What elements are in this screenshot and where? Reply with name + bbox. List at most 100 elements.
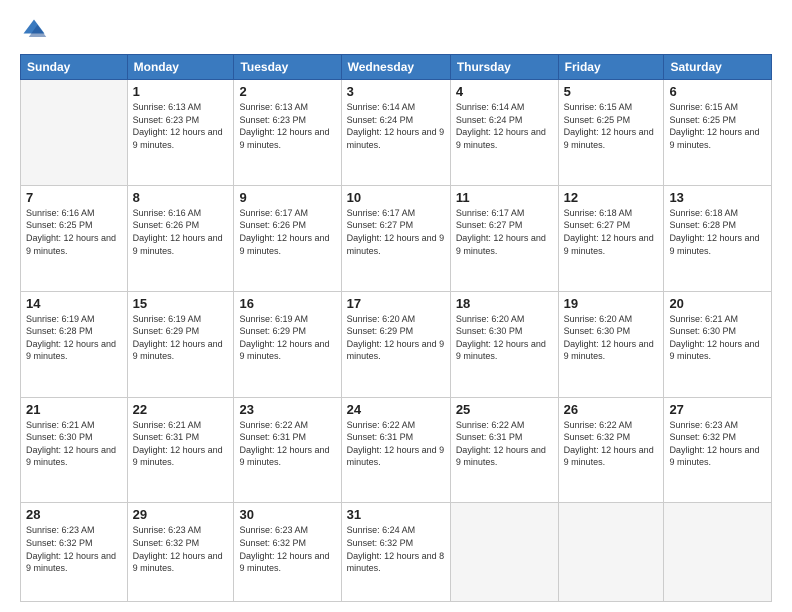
calendar-cell: 19 Sunrise: 6:20 AMSunset: 6:30 PMDayligh… [558,291,664,397]
day-number: 6 [669,84,766,99]
day-info: Sunrise: 6:16 AMSunset: 6:26 PMDaylight:… [133,207,229,257]
calendar-cell: 17 Sunrise: 6:20 AMSunset: 6:29 PMDayligh… [341,291,450,397]
day-info: Sunrise: 6:19 AMSunset: 6:29 PMDaylight:… [133,313,229,363]
day-info: Sunrise: 6:19 AMSunset: 6:28 PMDaylight:… [26,313,122,363]
day-number: 7 [26,190,122,205]
calendar-cell: 1 Sunrise: 6:13 AMSunset: 6:23 PMDaylight… [127,80,234,186]
calendar-cell: 11 Sunrise: 6:17 AMSunset: 6:27 PMDayligh… [450,185,558,291]
calendar-cell: 23Sunrise: 6:22 AMSunset: 6:31 PMDayligh… [234,397,341,503]
calendar-cell: 13Sunrise: 6:18 AMSunset: 6:28 PMDayligh… [664,185,772,291]
day-number: 20 [669,296,766,311]
calendar-cell: 3 Sunrise: 6:14 AMSunset: 6:24 PMDaylight… [341,80,450,186]
calendar-cell: 7 Sunrise: 6:16 AMSunset: 6:25 PMDaylight… [21,185,128,291]
day-number: 1 [133,84,229,99]
calendar-week-row: 7 Sunrise: 6:16 AMSunset: 6:25 PMDaylight… [21,185,772,291]
calendar-cell: 30Sunrise: 6:23 AMSunset: 6:32 PMDayligh… [234,503,341,602]
day-number: 4 [456,84,553,99]
calendar-header-wednesday: Wednesday [341,55,450,80]
day-info: Sunrise: 6:23 AMSunset: 6:32 PMDaylight:… [669,419,766,469]
calendar-cell: 5Sunrise: 6:15 AMSunset: 6:25 PMDaylight… [558,80,664,186]
calendar-cell: 31Sunrise: 6:24 AMSunset: 6:32 PMDayligh… [341,503,450,602]
day-number: 15 [133,296,229,311]
calendar-cell: 24 Sunrise: 6:22 AMSunset: 6:31 PMDayligh… [341,397,450,503]
calendar-cell: 21Sunrise: 6:21 AMSunset: 6:30 PMDayligh… [21,397,128,503]
calendar-cell [21,80,128,186]
day-info: Sunrise: 6:23 AMSunset: 6:32 PMDaylight:… [26,524,122,574]
calendar-cell: 12 Sunrise: 6:18 AMSunset: 6:27 PMDayligh… [558,185,664,291]
calendar-cell [558,503,664,602]
day-number: 2 [239,84,335,99]
day-number: 14 [26,296,122,311]
day-info: Sunrise: 6:15 AMSunset: 6:25 PMDaylight:… [564,101,659,151]
calendar-cell: 27 Sunrise: 6:23 AMSunset: 6:32 PMDayligh… [664,397,772,503]
day-info: Sunrise: 6:20 AMSunset: 6:29 PMDaylight:… [347,313,445,363]
calendar-cell: 22 Sunrise: 6:21 AMSunset: 6:31 PMDayligh… [127,397,234,503]
calendar-cell [450,503,558,602]
calendar-week-row: 28 Sunrise: 6:23 AMSunset: 6:32 PMDayligh… [21,503,772,602]
calendar-cell: 16 Sunrise: 6:19 AMSunset: 6:29 PMDayligh… [234,291,341,397]
day-number: 16 [239,296,335,311]
day-number: 17 [347,296,445,311]
day-info: Sunrise: 6:22 AMSunset: 6:31 PMDaylight:… [239,419,335,469]
day-info: Sunrise: 6:19 AMSunset: 6:29 PMDaylight:… [239,313,335,363]
calendar-cell [664,503,772,602]
calendar-cell: 2Sunrise: 6:13 AMSunset: 6:23 PMDaylight… [234,80,341,186]
calendar-cell: 14 Sunrise: 6:19 AMSunset: 6:28 PMDayligh… [21,291,128,397]
calendar-table: SundayMondayTuesdayWednesdayThursdayFrid… [20,54,772,602]
day-number: 12 [564,190,659,205]
calendar-cell: 9 Sunrise: 6:17 AMSunset: 6:26 PMDaylight… [234,185,341,291]
day-info: Sunrise: 6:17 AMSunset: 6:27 PMDaylight:… [456,207,553,257]
calendar-cell: 8 Sunrise: 6:16 AMSunset: 6:26 PMDaylight… [127,185,234,291]
day-info: Sunrise: 6:18 AMSunset: 6:27 PMDaylight:… [564,207,659,257]
day-info: Sunrise: 6:17 AMSunset: 6:27 PMDaylight:… [347,207,445,257]
day-info: Sunrise: 6:20 AMSunset: 6:30 PMDaylight:… [456,313,553,363]
day-info: Sunrise: 6:21 AMSunset: 6:31 PMDaylight:… [133,419,229,469]
day-number: 27 [669,402,766,417]
day-number: 8 [133,190,229,205]
day-number: 24 [347,402,445,417]
calendar-cell: 18 Sunrise: 6:20 AMSunset: 6:30 PMDayligh… [450,291,558,397]
day-info: Sunrise: 6:22 AMSunset: 6:31 PMDaylight:… [347,419,445,469]
header [20,16,772,44]
calendar-cell: 25Sunrise: 6:22 AMSunset: 6:31 PMDayligh… [450,397,558,503]
day-info: Sunrise: 6:14 AMSunset: 6:24 PMDaylight:… [347,101,445,151]
calendar-cell: 28 Sunrise: 6:23 AMSunset: 6:32 PMDayligh… [21,503,128,602]
day-number: 26 [564,402,659,417]
day-info: Sunrise: 6:17 AMSunset: 6:26 PMDaylight:… [239,207,335,257]
day-number: 19 [564,296,659,311]
day-number: 22 [133,402,229,417]
day-info: Sunrise: 6:14 AMSunset: 6:24 PMDaylight:… [456,101,553,151]
day-info: Sunrise: 6:20 AMSunset: 6:30 PMDaylight:… [564,313,659,363]
day-info: Sunrise: 6:16 AMSunset: 6:25 PMDaylight:… [26,207,122,257]
calendar-cell: 26Sunrise: 6:22 AMSunset: 6:32 PMDayligh… [558,397,664,503]
day-number: 28 [26,507,122,522]
calendar-header-friday: Friday [558,55,664,80]
day-info: Sunrise: 6:23 AMSunset: 6:32 PMDaylight:… [239,524,335,574]
day-number: 18 [456,296,553,311]
calendar-header-thursday: Thursday [450,55,558,80]
calendar-cell: 10 Sunrise: 6:17 AMSunset: 6:27 PMDayligh… [341,185,450,291]
calendar-header-row: SundayMondayTuesdayWednesdayThursdayFrid… [21,55,772,80]
day-number: 11 [456,190,553,205]
day-info: Sunrise: 6:23 AMSunset: 6:32 PMDaylight:… [133,524,229,574]
calendar-week-row: 1 Sunrise: 6:13 AMSunset: 6:23 PMDaylight… [21,80,772,186]
day-info: Sunrise: 6:24 AMSunset: 6:32 PMDaylight:… [347,524,445,574]
calendar-header-monday: Monday [127,55,234,80]
logo-icon [20,16,48,44]
calendar-cell: 15 Sunrise: 6:19 AMSunset: 6:29 PMDayligh… [127,291,234,397]
day-info: Sunrise: 6:18 AMSunset: 6:28 PMDaylight:… [669,207,766,257]
day-number: 29 [133,507,229,522]
calendar-cell: 29 Sunrise: 6:23 AMSunset: 6:32 PMDayligh… [127,503,234,602]
day-number: 3 [347,84,445,99]
page: SundayMondayTuesdayWednesdayThursdayFrid… [0,0,792,612]
day-number: 10 [347,190,445,205]
day-info: Sunrise: 6:13 AMSunset: 6:23 PMDaylight:… [133,101,229,151]
calendar-cell: 4 Sunrise: 6:14 AMSunset: 6:24 PMDaylight… [450,80,558,186]
day-number: 9 [239,190,335,205]
day-info: Sunrise: 6:22 AMSunset: 6:31 PMDaylight:… [456,419,553,469]
calendar-cell: 20 Sunrise: 6:21 AMSunset: 6:30 PMDayligh… [664,291,772,397]
day-info: Sunrise: 6:21 AMSunset: 6:30 PMDaylight:… [669,313,766,363]
calendar-week-row: 21Sunrise: 6:21 AMSunset: 6:30 PMDayligh… [21,397,772,503]
calendar-week-row: 14 Sunrise: 6:19 AMSunset: 6:28 PMDayligh… [21,291,772,397]
calendar-cell: 6Sunrise: 6:15 AMSunset: 6:25 PMDaylight… [664,80,772,186]
